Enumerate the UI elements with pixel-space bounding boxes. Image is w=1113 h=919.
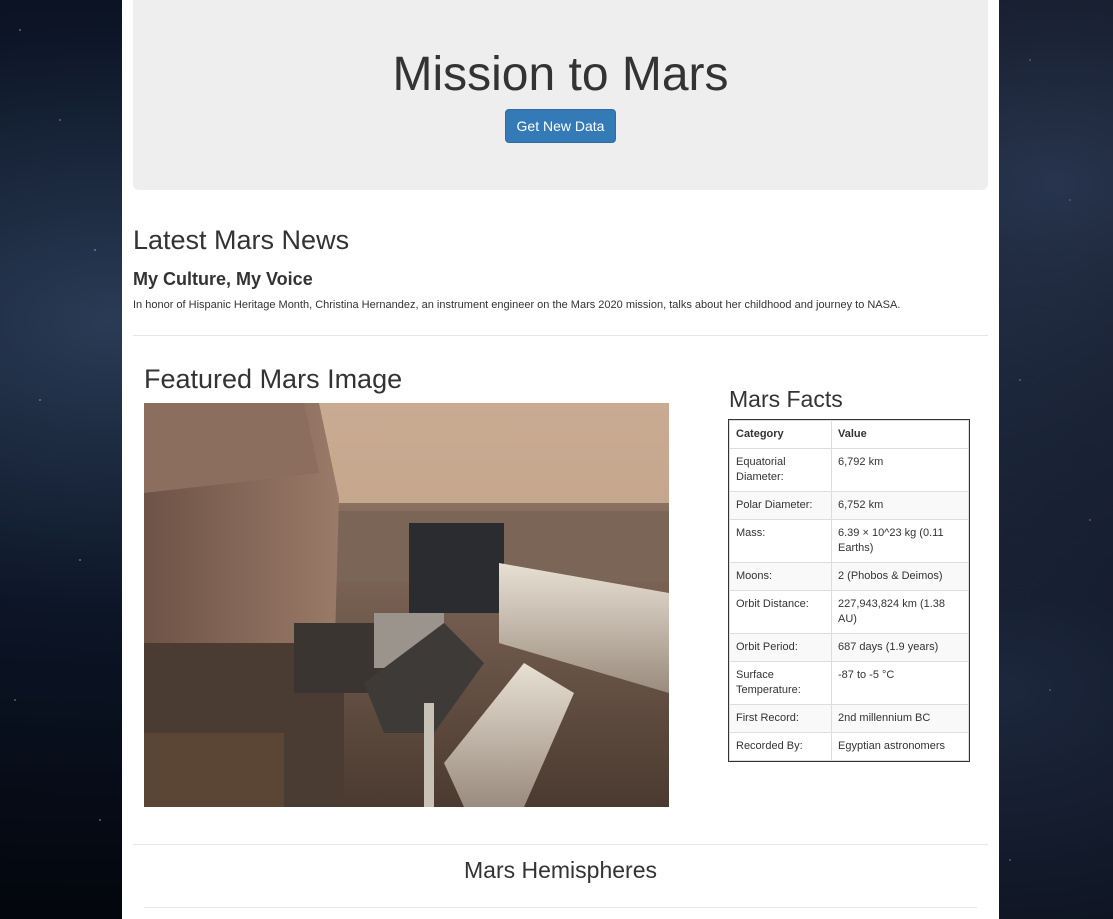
table-row: Mass: 6.39 × 10^23 kg (0.11 Earths)	[729, 519, 969, 563]
fact-category: Moons:	[729, 562, 832, 591]
fact-category: Orbit Distance:	[729, 590, 832, 634]
mars-facts-table: Category Value Equatorial Diameter: 6,79…	[728, 419, 970, 762]
fact-category: Polar Diameter:	[729, 491, 832, 520]
table-row: Equatorial Diameter: 6,792 km	[729, 448, 969, 492]
table-row: First Record: 2nd millennium BC	[729, 704, 969, 733]
main-container: Mission to Mars Get New Data Latest Mars…	[122, 0, 999, 919]
fact-category: Mass:	[729, 519, 832, 563]
fact-value: 687 days (1.9 years)	[831, 633, 969, 662]
fact-value: 6.39 × 10^23 kg (0.11 Earths)	[831, 519, 969, 563]
featured-section-title: Featured Mars Image	[144, 364, 403, 394]
fact-value: Egyptian astronomers	[831, 732, 969, 761]
divider	[133, 335, 988, 336]
get-new-data-button[interactable]: Get New Data	[505, 109, 616, 143]
featured-mars-image	[144, 403, 669, 807]
fact-category: Surface Temperature:	[729, 661, 832, 705]
table-row: Orbit Period: 687 days (1.9 years)	[729, 633, 969, 662]
table-row: Orbit Distance: 227,943,824 km (1.38 AU)	[729, 590, 969, 634]
fact-category: First Record:	[729, 704, 832, 733]
news-paragraph: In honor of Hispanic Heritage Month, Chr…	[133, 299, 901, 311]
fact-value: 2nd millennium BC	[831, 704, 969, 733]
fact-value: 6,792 km	[831, 448, 969, 492]
fact-value: 6,752 km	[831, 491, 969, 520]
column-header-value: Value	[831, 420, 969, 449]
facts-section-title: Mars Facts	[729, 386, 843, 412]
fact-value: -87 to -5 °C	[831, 661, 969, 705]
table-row: Moons: 2 (Phobos & Deimos)	[729, 562, 969, 591]
fact-value: 227,943,824 km (1.38 AU)	[831, 590, 969, 634]
fact-category: Equatorial Diameter:	[729, 448, 832, 492]
news-title: My Culture, My Voice	[133, 269, 313, 289]
news-section-title: Latest Mars News	[133, 225, 350, 255]
fact-category: Orbit Period:	[729, 633, 832, 662]
column-header-category: Category	[729, 420, 832, 449]
featured-image-graphic	[144, 403, 669, 807]
table-row: Recorded By: Egyptian astronomers	[729, 732, 969, 761]
table-row: Polar Diameter: 6,752 km	[729, 491, 969, 520]
table-header-row: Category Value	[729, 420, 969, 449]
table-row: Surface Temperature: -87 to -5 °C	[729, 661, 969, 705]
header-jumbotron: Mission to Mars Get New Data	[133, 0, 988, 190]
hemispheres-section-title: Mars Hemispheres	[464, 857, 657, 883]
page-title: Mission to Mars	[392, 48, 729, 101]
fact-category: Recorded By:	[729, 732, 832, 761]
divider	[133, 844, 988, 845]
divider	[144, 907, 977, 908]
fact-value: 2 (Phobos & Deimos)	[831, 562, 969, 591]
